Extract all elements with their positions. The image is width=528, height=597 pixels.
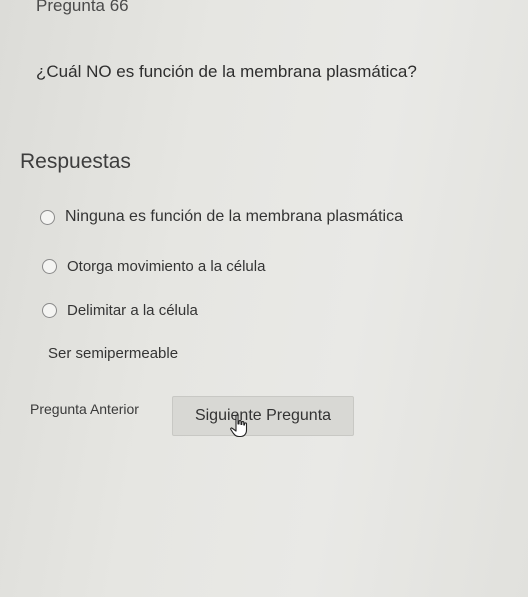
hand-pointer-icon xyxy=(230,414,248,438)
answers-heading: Respuestas xyxy=(20,150,131,173)
answer-option-movimiento[interactable]: Otorga movimiento a la célula xyxy=(42,258,265,275)
answer-option-delimitar[interactable]: Delimitar a la célula xyxy=(42,302,198,319)
answer-option-ninguna[interactable]: Ninguna es función de la membrana plasmá… xyxy=(40,208,403,226)
question-text: ¿Cuál NO es función de la membrana plasm… xyxy=(36,62,417,81)
answer-option-label: Delimitar a la célula xyxy=(67,302,198,319)
radio-button[interactable] xyxy=(42,303,57,318)
previous-question-button[interactable]: Pregunta Anterior xyxy=(30,401,139,417)
answer-option-label: Ser semipermeable xyxy=(48,345,179,362)
answer-option-label: Ninguna es función de la membrana plasmá… xyxy=(65,208,403,225)
next-question-button[interactable]: Siguiente Pregunta xyxy=(172,396,354,436)
answer-option-label: Otorga movimiento a la célula xyxy=(67,258,266,275)
radio-button[interactable] xyxy=(40,209,55,225)
answer-option-semipermeable[interactable]: Ser semipermeable xyxy=(44,345,178,362)
question-number: Pregunta 66 xyxy=(36,0,129,15)
radio-button[interactable] xyxy=(42,259,57,274)
